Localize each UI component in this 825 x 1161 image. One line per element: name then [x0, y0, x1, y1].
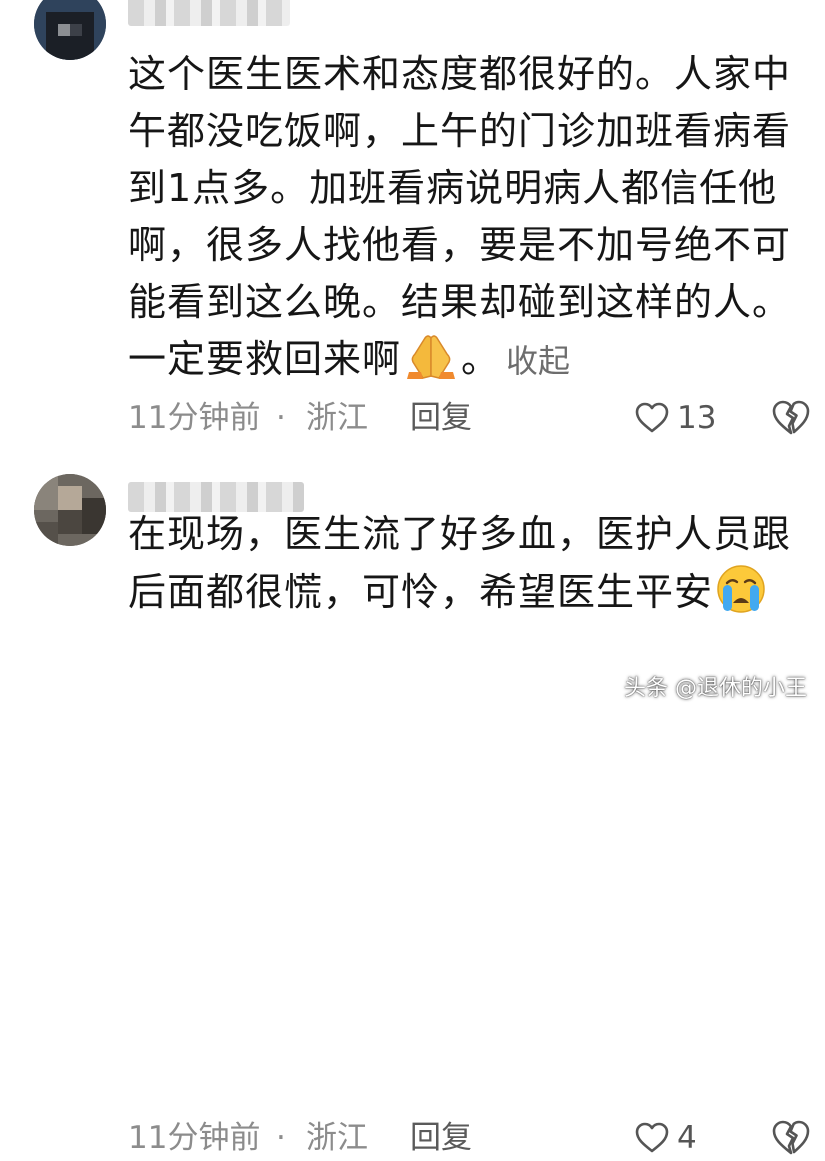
separator: · [276, 1120, 286, 1156]
comment-line: 这个医生医术和态度都很好的。人家中 [128, 52, 792, 96]
comment-line: 午都没吃饭啊，上午的门诊加班看病看 [128, 109, 792, 153]
timestamp: 11分钟前 [128, 400, 261, 436]
comment-line: 啊，很多人找他看，要是不加号绝不可 [128, 223, 792, 267]
comment-last-line: 一定要救回来啊 。收起 [128, 331, 808, 388]
dislike-button[interactable] [771, 399, 811, 439]
broken-heart-icon [772, 400, 810, 435]
like-count: 4 [677, 1120, 697, 1156]
comment-line: 后面都很慌，可怜，希望医生平安 [128, 570, 714, 614]
like-count: 13 [677, 400, 717, 436]
location: 浙江 [306, 1120, 368, 1156]
comment-period: 。 [461, 337, 501, 381]
crying-face-emoji-icon [717, 565, 765, 613]
blurred-username [128, 0, 290, 26]
heart-outline-icon [635, 1122, 669, 1153]
watermark: 头条 @退休的小王 [624, 676, 807, 701]
reply-button[interactable]: 回复 [410, 1116, 472, 1160]
comment-text: 这个医生医术和态度都很好的。人家中 午都没吃饭啊，上午的门诊加班看病看 到1点多… [128, 46, 808, 388]
avatar-mosaic [34, 474, 106, 546]
like-button[interactable]: 13 [635, 396, 735, 440]
comment-line: 到1点多。加班看病说明病人都信任他 [128, 166, 778, 210]
comment-line: 在现场，医生流了好多血，医护人员跟 [128, 512, 792, 556]
username[interactable] [128, 0, 290, 26]
folded-hands-emoji-icon [407, 335, 456, 379]
comment-last-line: 后面都很慌，可怜，希望医生平安 [128, 563, 808, 620]
timestamp: 11分钟前 [128, 1120, 261, 1156]
comment-line: 一定要救回来啊 [128, 337, 402, 381]
comment-line: 能看到这么晚。结果却碰到这样的人。 [128, 280, 792, 324]
avatar[interactable] [34, 474, 106, 546]
avatar[interactable] [34, 0, 106, 60]
comment-text: 在现场，医生流了好多血，医护人员跟 后面都很慌，可怜，希望医生平安 [128, 506, 808, 620]
dislike-button[interactable] [771, 1119, 811, 1159]
heart-outline-icon [635, 402, 669, 433]
avatar-mosaic [34, 0, 106, 60]
like-button[interactable]: 4 [635, 1116, 735, 1160]
broken-heart-icon [772, 1120, 810, 1155]
reply-button[interactable]: 回复 [410, 396, 472, 440]
collapse-link[interactable]: 收起 [506, 342, 570, 380]
separator: · [276, 400, 286, 436]
location: 浙江 [306, 400, 368, 436]
